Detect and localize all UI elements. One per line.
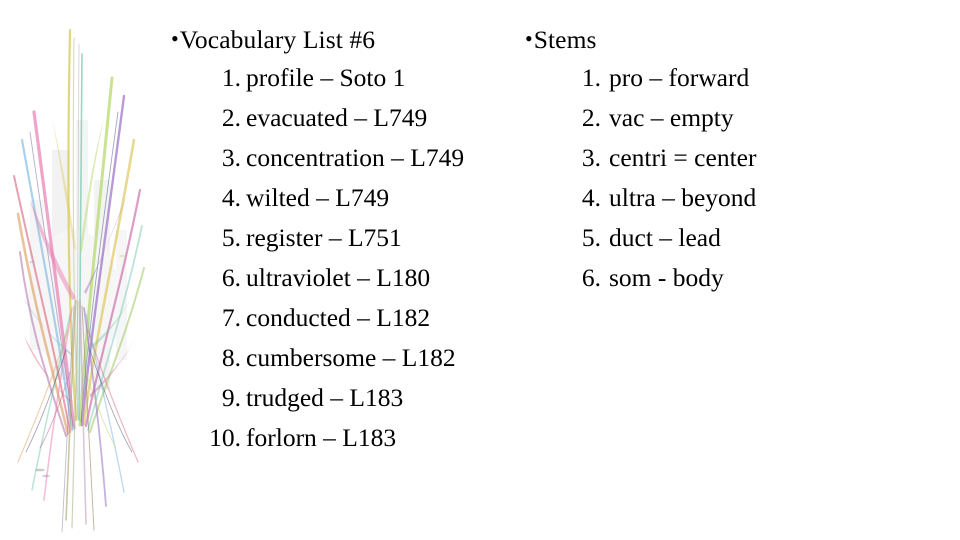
item-number: 7. — [221, 303, 241, 332]
abstract-feather-spray-decoration — [0, 0, 160, 540]
list-item: 4. wilted – L749 — [195, 178, 464, 218]
item-number: 6. — [581, 263, 601, 292]
item-text: centri = center — [609, 143, 757, 172]
vocabulary-heading: • Vocabulary List #6 — [171, 21, 375, 59]
list-item: 4. ultra – beyond — [561, 178, 756, 218]
item-text: profile – Soto 1 — [246, 63, 406, 92]
item-text: vac – empty — [609, 103, 734, 132]
item-number: 3. — [581, 143, 601, 172]
vocabulary-list: 1. profile – Soto 1 2. evacuated – L749 … — [195, 58, 464, 458]
item-text: cumbersome – L182 — [246, 343, 456, 372]
item-number: 5. — [221, 223, 241, 252]
item-text: ultraviolet – L180 — [246, 263, 431, 292]
list-item: 5. duct – lead — [561, 218, 756, 258]
list-item: 2. vac – empty — [561, 98, 756, 138]
item-text: trudged – L183 — [246, 383, 404, 412]
item-number: 8. — [221, 343, 241, 372]
list-item: 6. ultraviolet – L180 — [195, 258, 464, 298]
item-number: 5. — [581, 223, 601, 252]
stems-list: 1. pro – forward 2. vac – empty 3. centr… — [561, 58, 757, 298]
list-item: 6. som - body — [561, 258, 756, 298]
item-text: pro – forward — [609, 63, 750, 92]
list-item: 3. concentration – L749 — [195, 138, 464, 178]
decoration-upper-strokes — [13, 28, 145, 437]
decoration-speckles — [29, 255, 125, 478]
list-item: 3. centri = center — [561, 138, 757, 178]
decoration-blades — [22, 118, 138, 402]
list-item: 2. evacuated – L749 — [195, 98, 464, 138]
decoration-lower-stems — [17, 299, 139, 533]
list-item: 10. forlorn – L183 — [195, 418, 464, 458]
item-number: 1. — [581, 63, 601, 92]
list-item: 1. profile – Soto 1 — [195, 58, 464, 98]
list-item: 9. trudged – L183 — [195, 378, 464, 418]
item-number: 3. — [221, 143, 241, 172]
item-text: wilted – L749 — [246, 183, 390, 212]
decoration-gray-bands — [28, 120, 127, 400]
item-text: concentration – L749 — [246, 143, 465, 172]
item-number: 9. — [221, 383, 241, 412]
item-number: 10. — [209, 423, 241, 452]
item-number: 4. — [581, 183, 601, 212]
bullet-point-icon: • — [525, 26, 533, 51]
item-number: 4. — [221, 183, 241, 212]
item-text: register – L751 — [246, 223, 402, 252]
item-number: 2. — [221, 103, 241, 132]
stems-heading: • Stems — [525, 21, 597, 59]
item-text: conducted – L182 — [246, 303, 431, 332]
list-item: 8. cumbersome – L182 — [195, 338, 464, 378]
list-item: 5. register – L751 — [195, 218, 464, 258]
slide-canvas: • Vocabulary List #6 1. profile – Soto 1… — [0, 0, 960, 540]
item-text: duct – lead — [609, 223, 721, 252]
item-number: 1. — [221, 63, 241, 92]
item-number: 2. — [581, 103, 601, 132]
vocabulary-heading-label: Vocabulary List #6 — [179, 25, 376, 54]
item-text: ultra – beyond — [609, 183, 757, 212]
item-number: 6. — [221, 263, 241, 292]
bullet-point-icon: • — [171, 26, 179, 51]
list-item: 7. conducted – L182 — [195, 298, 464, 338]
item-text: evacuated – L749 — [246, 103, 428, 132]
list-item: 1. pro – forward — [561, 58, 756, 98]
stems-heading-label: Stems — [533, 25, 597, 54]
item-text: som - body — [609, 263, 724, 292]
item-text: forlorn – L183 — [246, 423, 397, 452]
